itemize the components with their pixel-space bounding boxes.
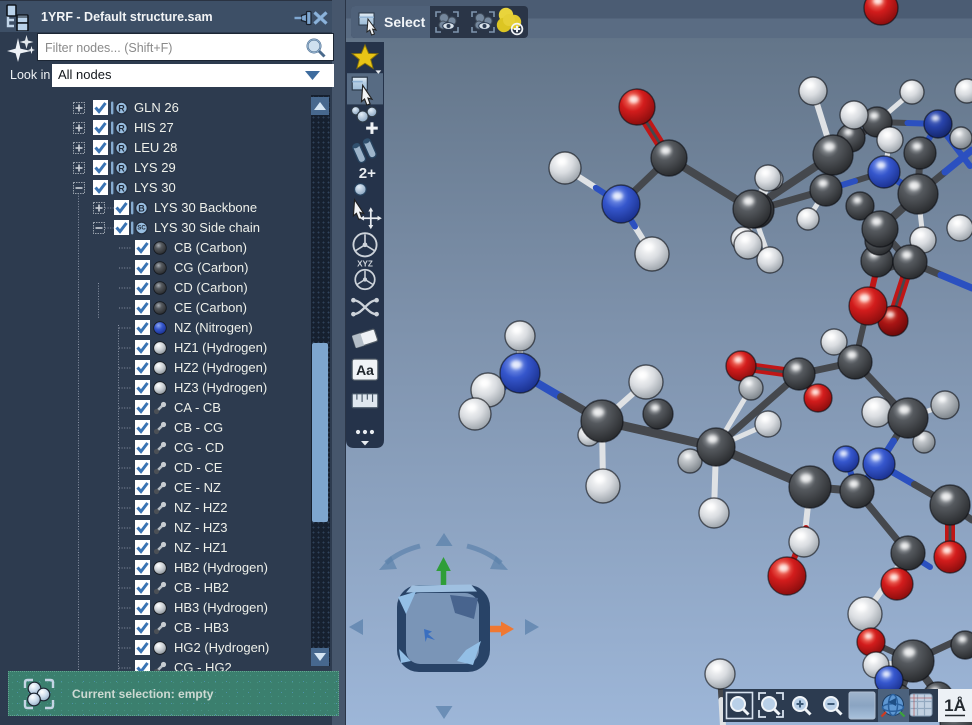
svg-text:2+: 2+ <box>359 165 376 182</box>
svg-text:B: B <box>138 203 145 213</box>
svg-text:R: R <box>118 183 125 193</box>
svg-text:1Å: 1Å <box>944 696 966 715</box>
svg-text:R: R <box>118 123 125 133</box>
svg-text:SC: SC <box>137 225 146 231</box>
svg-text:Aa: Aa <box>356 362 374 378</box>
svg-text:XYZ: XYZ <box>357 260 373 269</box>
svg-text:Select: Select <box>384 14 426 30</box>
svg-text:R: R <box>118 163 125 173</box>
svg-text:R: R <box>118 103 125 113</box>
svg-text:R: R <box>118 143 125 153</box>
